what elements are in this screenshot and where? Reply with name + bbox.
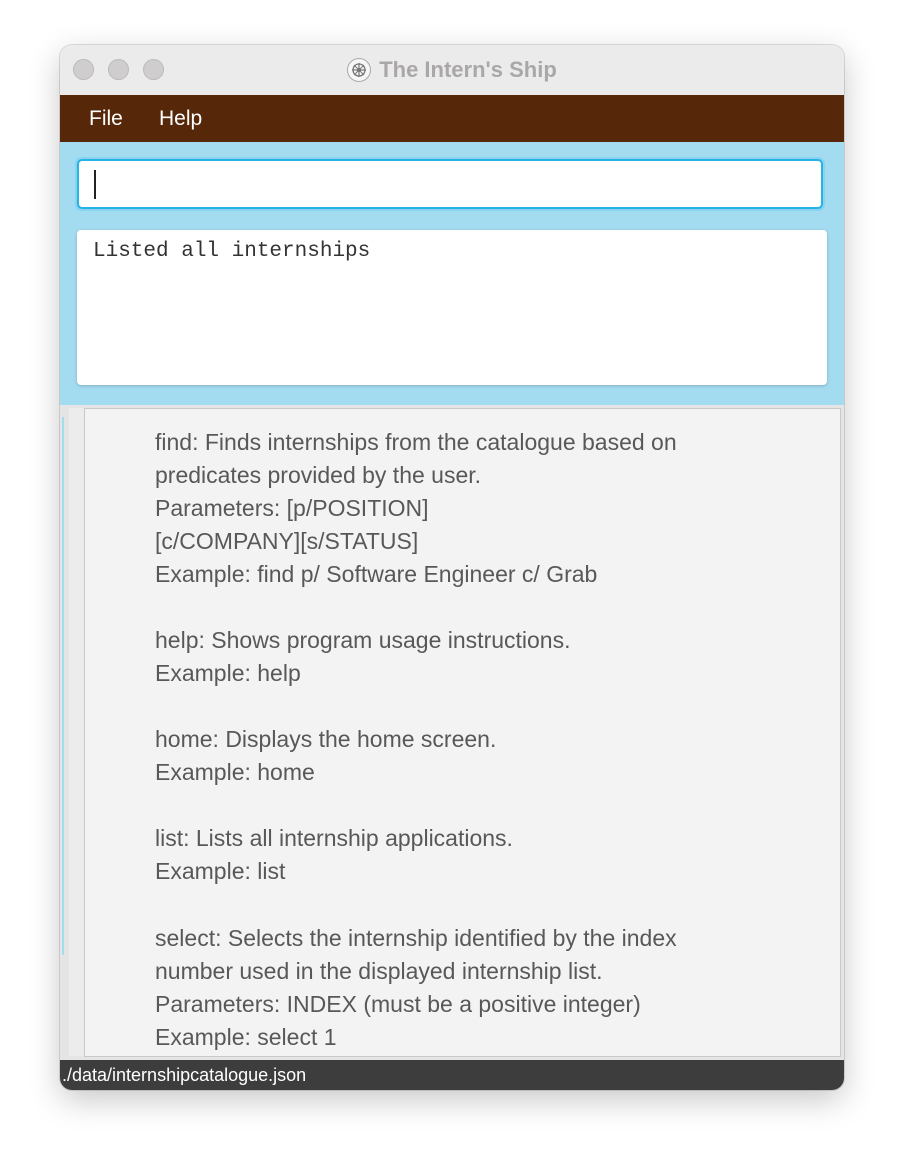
- main-content-area: find: Finds internships from the catalog…: [60, 405, 844, 1060]
- title-group: The Intern's Ship: [60, 45, 844, 95]
- result-message: Listed all internships: [93, 240, 371, 263]
- help-entry-help: help: Shows program usage instructions. …: [155, 627, 571, 686]
- command-input[interactable]: [77, 159, 823, 209]
- menu-file[interactable]: File: [89, 107, 123, 131]
- left-accent-bar: [62, 417, 64, 955]
- help-entry-home: home: Displays the home screen. Example:…: [155, 726, 497, 785]
- app-window: The Intern's Ship File Help Listed all i…: [60, 45, 844, 1090]
- data-file-path: ./data/internshipcatalogue.json: [62, 1065, 307, 1085]
- result-display[interactable]: Listed all internships: [77, 230, 827, 385]
- command-area: Listed all internships: [60, 142, 844, 405]
- help-entry-find: find: Finds internships from the catalog…: [155, 429, 677, 587]
- menu-help[interactable]: Help: [159, 107, 202, 131]
- help-panel[interactable]: find: Finds internships from the catalog…: [84, 408, 841, 1057]
- text-caret: [94, 170, 96, 199]
- title-bar[interactable]: The Intern's Ship: [60, 45, 844, 95]
- help-entry-select: select: Selects the internship identifie…: [155, 925, 677, 1050]
- left-panel-strip: [69, 408, 84, 1056]
- menu-bar: File Help: [60, 95, 844, 142]
- window-title: The Intern's Ship: [379, 57, 557, 82]
- help-entry-list: list: Lists all internship applications.…: [155, 825, 513, 884]
- ship-wheel-icon: [347, 58, 372, 82]
- status-bar: ./data/internshipcatalogue.json: [60, 1060, 844, 1090]
